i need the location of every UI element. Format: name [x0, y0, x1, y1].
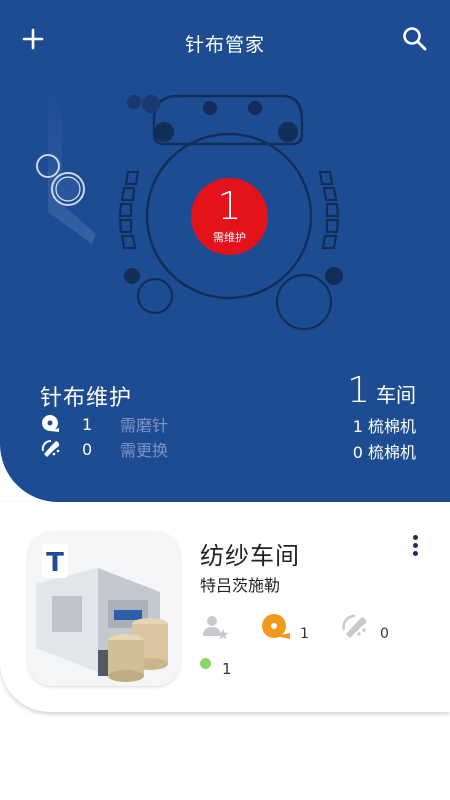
active-count: 1	[222, 660, 232, 678]
maintenance-label: 需维护	[213, 231, 246, 244]
search-button[interactable]	[398, 22, 432, 56]
maintenance-badge[interactable]: 1 需维护	[191, 178, 268, 255]
grind-status[interactable]	[260, 612, 290, 642]
workshop-count: 1	[347, 370, 370, 411]
carding-count-2: 0 梳棉机	[352, 443, 416, 462]
brand-logo-letter: T	[46, 548, 64, 578]
wrench-icon	[41, 440, 60, 457]
wrench-icon	[342, 614, 367, 638]
replace-count: 0	[82, 439, 93, 459]
workshop-subtitle: 特吕茨施勒	[200, 576, 281, 595]
replace-label: 需更换	[120, 441, 169, 460]
search-icon	[403, 27, 427, 51]
hero-panel: 针布管家 1 需维护 针布维护 1 需磨针 0 需更换 1 车间 1 梳棉机 0…	[0, 0, 450, 502]
carding-machine-photo: T	[28, 532, 180, 686]
workshop-unit: 车间	[376, 383, 416, 407]
maintenance-title: 针布维护	[40, 386, 133, 411]
replace-status[interactable]	[340, 612, 370, 642]
replace-count-card: 0	[380, 626, 389, 642]
user-star-icon	[203, 616, 229, 640]
active-status-dot	[200, 658, 211, 669]
top-bar: 针布管家	[0, 0, 450, 84]
replace-row[interactable]: 0 需更换	[40, 438, 168, 460]
workshop-image[interactable]: T	[28, 532, 180, 686]
workshop-title: 纺纱车间	[200, 542, 300, 570]
carding-count-1: 1 梳棉机	[352, 417, 416, 436]
user-rating-button[interactable]	[200, 612, 230, 642]
maintenance-summary: 针布维护 1 需磨针 0 需更换	[40, 380, 168, 460]
grind-icon	[42, 415, 59, 432]
grind-row[interactable]: 1 需磨针	[40, 413, 168, 435]
more-options-button[interactable]	[404, 532, 426, 562]
workshop-summary: 1 车间 1 梳棉机 0 梳棉机	[347, 370, 416, 463]
grind-count: 1	[82, 414, 93, 434]
page-title: 针布管家	[184, 34, 265, 56]
grind-label: 需磨针	[120, 416, 169, 435]
grind-icon	[262, 614, 290, 639]
maintenance-count: 1	[217, 184, 242, 228]
workshop-card[interactable]: T 纺纱车间 特吕茨施勒 1 0 1	[0, 502, 450, 712]
grind-count-card: 1	[300, 626, 309, 642]
